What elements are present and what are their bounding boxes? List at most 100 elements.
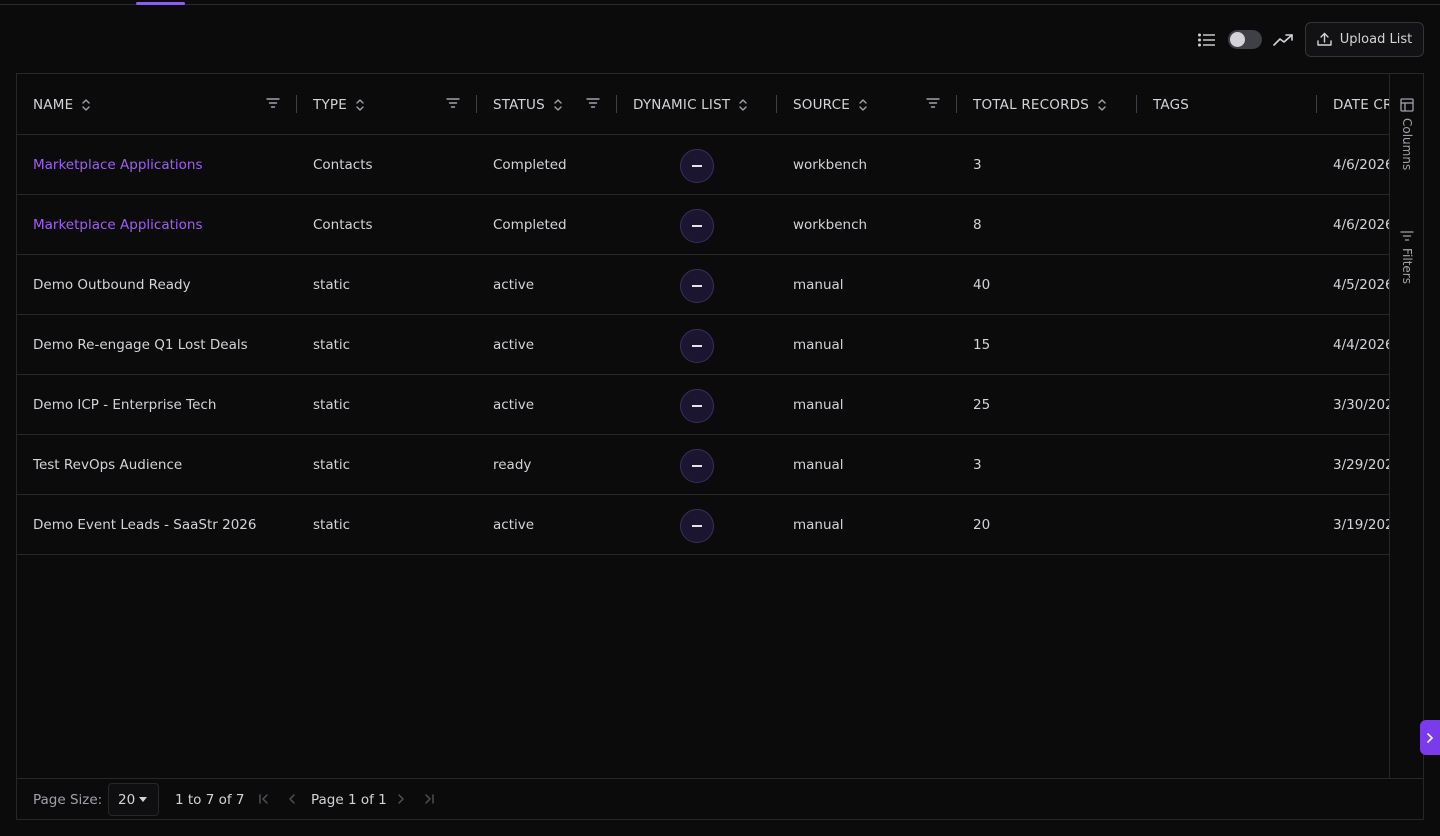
- sort-icon[interactable]: [858, 98, 868, 112]
- last-page-icon[interactable]: [422, 792, 436, 806]
- cell-total-records: 3: [973, 457, 982, 473]
- trending-up-icon[interactable]: [1273, 30, 1293, 50]
- columns-icon: [1400, 98, 1414, 112]
- cell-name[interactable]: Marketplace Applications: [33, 135, 202, 195]
- grid-header-row: NAME TYPE STATUS DYNAMIC LIST SOURCE TOT…: [17, 74, 1390, 135]
- table-row[interactable]: Demo Re-engage Q1 Lost Deals static active…: [17, 315, 1390, 375]
- grid-body: NAME TYPE STATUS DYNAMIC LIST SOURCE TOT…: [17, 74, 1390, 778]
- column-header-total-records[interactable]: TOTAL RECORDS: [957, 74, 1137, 135]
- first-page-icon[interactable]: [257, 792, 271, 806]
- filter-icon: [1400, 230, 1414, 242]
- columns-tab-label: Columns: [1400, 118, 1414, 171]
- active-tab-indicator: [136, 2, 185, 5]
- lists-data-grid: NAME TYPE STATUS DYNAMIC LIST SOURCE TOT…: [16, 73, 1424, 820]
- cell-total-records: 15: [973, 337, 991, 353]
- cell-date-created: 4/5/2026: [1333, 277, 1390, 293]
- page-size-select[interactable]: 20: [108, 783, 159, 816]
- cell-status: active: [493, 517, 535, 533]
- pagination-footer: Page Size: 20 1 to 7 of 7 Page 1 of 1: [17, 778, 1423, 819]
- cell-date-created: 4/6/2026: [1333, 157, 1390, 173]
- dynamic-list-minus-icon: [680, 389, 714, 423]
- dynamic-list-minus-icon: [680, 149, 714, 183]
- columns-panel-tab[interactable]: Columns: [1390, 98, 1423, 171]
- side-tool-panel: Columns Filters: [1390, 74, 1423, 778]
- column-header-label: TYPE: [313, 96, 347, 113]
- next-page-icon[interactable]: [394, 792, 408, 806]
- view-toggle[interactable]: [1228, 30, 1262, 49]
- toggle-knob: [1230, 32, 1245, 47]
- cell-type: static: [313, 517, 351, 533]
- column-header-label: DATE CR: [1333, 96, 1390, 113]
- cell-type: Contacts: [313, 217, 373, 233]
- previous-page-icon[interactable]: [285, 792, 299, 806]
- top-tab-bar: [0, 0, 1440, 5]
- table-row[interactable]: Demo Outbound Ready static active manual 40 4…: [17, 255, 1390, 315]
- expand-sidebar-button[interactable]: [1420, 720, 1440, 755]
- list-icon[interactable]: [1197, 30, 1217, 50]
- cell-name: Demo Re-engage Q1 Lost Deals: [33, 337, 248, 353]
- cell-source: manual: [793, 277, 844, 293]
- cell-status: active: [493, 337, 535, 353]
- table-row[interactable]: Demo ICP - Enterprise Tech static active ma…: [17, 375, 1390, 435]
- column-header-label: DYNAMIC LIST: [633, 96, 731, 113]
- sort-icon[interactable]: [355, 98, 365, 112]
- filters-panel-tab[interactable]: Filters: [1390, 230, 1423, 284]
- column-header-dynamic-list[interactable]: DYNAMIC LIST: [617, 74, 777, 135]
- upload-list-button[interactable]: Upload List: [1305, 22, 1424, 57]
- cell-status: active: [493, 397, 535, 413]
- cell-total-records: 3: [973, 157, 982, 173]
- page-indicator: Page 1 of 1: [311, 791, 387, 808]
- cell-name: Test RevOps Audience: [33, 457, 183, 473]
- column-header-date-created[interactable]: DATE CR: [1317, 74, 1390, 135]
- cell-total-records: 8: [973, 217, 982, 233]
- column-header-label: STATUS: [493, 96, 545, 113]
- cell-name: Demo Event Leads - SaaStr 2026: [33, 517, 257, 533]
- cell-name: Demo ICP - Enterprise Tech: [33, 397, 217, 413]
- filter-icon[interactable]: [266, 97, 280, 109]
- cell-name[interactable]: Marketplace Applications: [33, 195, 202, 255]
- cell-date-created: 4/4/2026: [1333, 337, 1390, 353]
- table-row[interactable]: Marketplace Applications Contacts Complete…: [17, 195, 1389, 255]
- cell-status: ready: [493, 457, 532, 473]
- cell-date-created: 3/19/202: [1333, 517, 1390, 533]
- cell-status: active: [493, 277, 535, 293]
- cell-status: Completed: [493, 217, 567, 233]
- chevron-right-icon: [1426, 732, 1434, 743]
- cell-status: Completed: [493, 157, 567, 173]
- filter-icon[interactable]: [926, 97, 940, 109]
- filter-icon[interactable]: [586, 97, 600, 109]
- upload-list-label: Upload List: [1339, 32, 1413, 47]
- dynamic-list-minus-icon: [680, 209, 714, 243]
- sort-icon[interactable]: [738, 98, 748, 112]
- row-range-summary: 1 to 7 of 7: [175, 791, 245, 808]
- table-row[interactable]: Marketplace Applications Contacts Complete…: [17, 135, 1390, 195]
- cell-date-created: 3/30/202: [1333, 397, 1390, 413]
- table-row[interactable]: Test RevOps Audience static ready manual 3 3/…: [17, 435, 1389, 495]
- cell-total-records: 20: [973, 517, 991, 533]
- table-row[interactable]: Demo Event Leads - SaaStr 2026 static acti…: [17, 495, 1390, 555]
- cell-type: Contacts: [313, 157, 373, 173]
- cell-type: static: [313, 277, 351, 293]
- cell-type: static: [313, 337, 351, 353]
- upload-icon: [1317, 32, 1332, 47]
- column-header-tags[interactable]: TAGS: [1137, 74, 1317, 135]
- filter-icon[interactable]: [446, 97, 460, 109]
- dynamic-list-minus-icon: [680, 449, 714, 483]
- cell-source: workbench: [793, 157, 868, 173]
- dynamic-list-minus-icon: [680, 269, 714, 303]
- cell-source: workbench: [793, 217, 868, 233]
- cell-source: manual: [793, 397, 844, 413]
- dynamic-list-minus-icon: [680, 509, 714, 543]
- sort-icon[interactable]: [553, 98, 563, 112]
- sort-icon[interactable]: [81, 98, 91, 112]
- sort-icon[interactable]: [1097, 98, 1107, 112]
- page-size-label: Page Size:: [33, 791, 103, 808]
- cell-name: Demo Outbound Ready: [33, 277, 191, 293]
- cell-total-records: 25: [973, 397, 991, 413]
- cell-total-records: 40: [973, 277, 991, 293]
- cell-source: manual: [793, 457, 844, 473]
- column-header-label: TOTAL RECORDS: [973, 96, 1090, 113]
- caret-down-icon: [139, 796, 148, 803]
- column-header-name[interactable]: NAME: [17, 74, 297, 135]
- column-header-label: NAME: [33, 96, 74, 113]
